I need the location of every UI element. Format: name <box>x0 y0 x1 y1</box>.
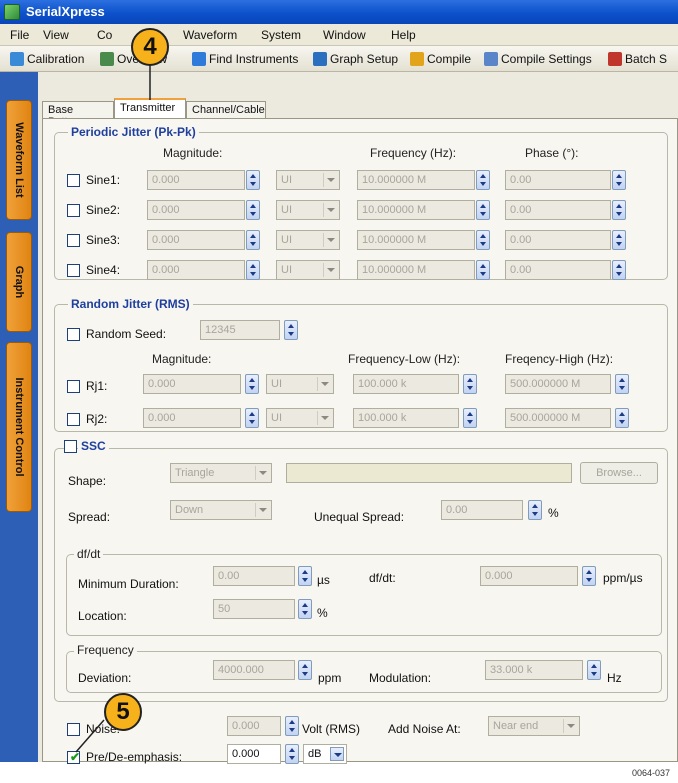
callout-4: 4 <box>131 28 169 66</box>
figure-code: 0064-037 <box>632 768 671 778</box>
callout-lines <box>75 64 151 753</box>
callout-5: 5 <box>104 693 142 731</box>
